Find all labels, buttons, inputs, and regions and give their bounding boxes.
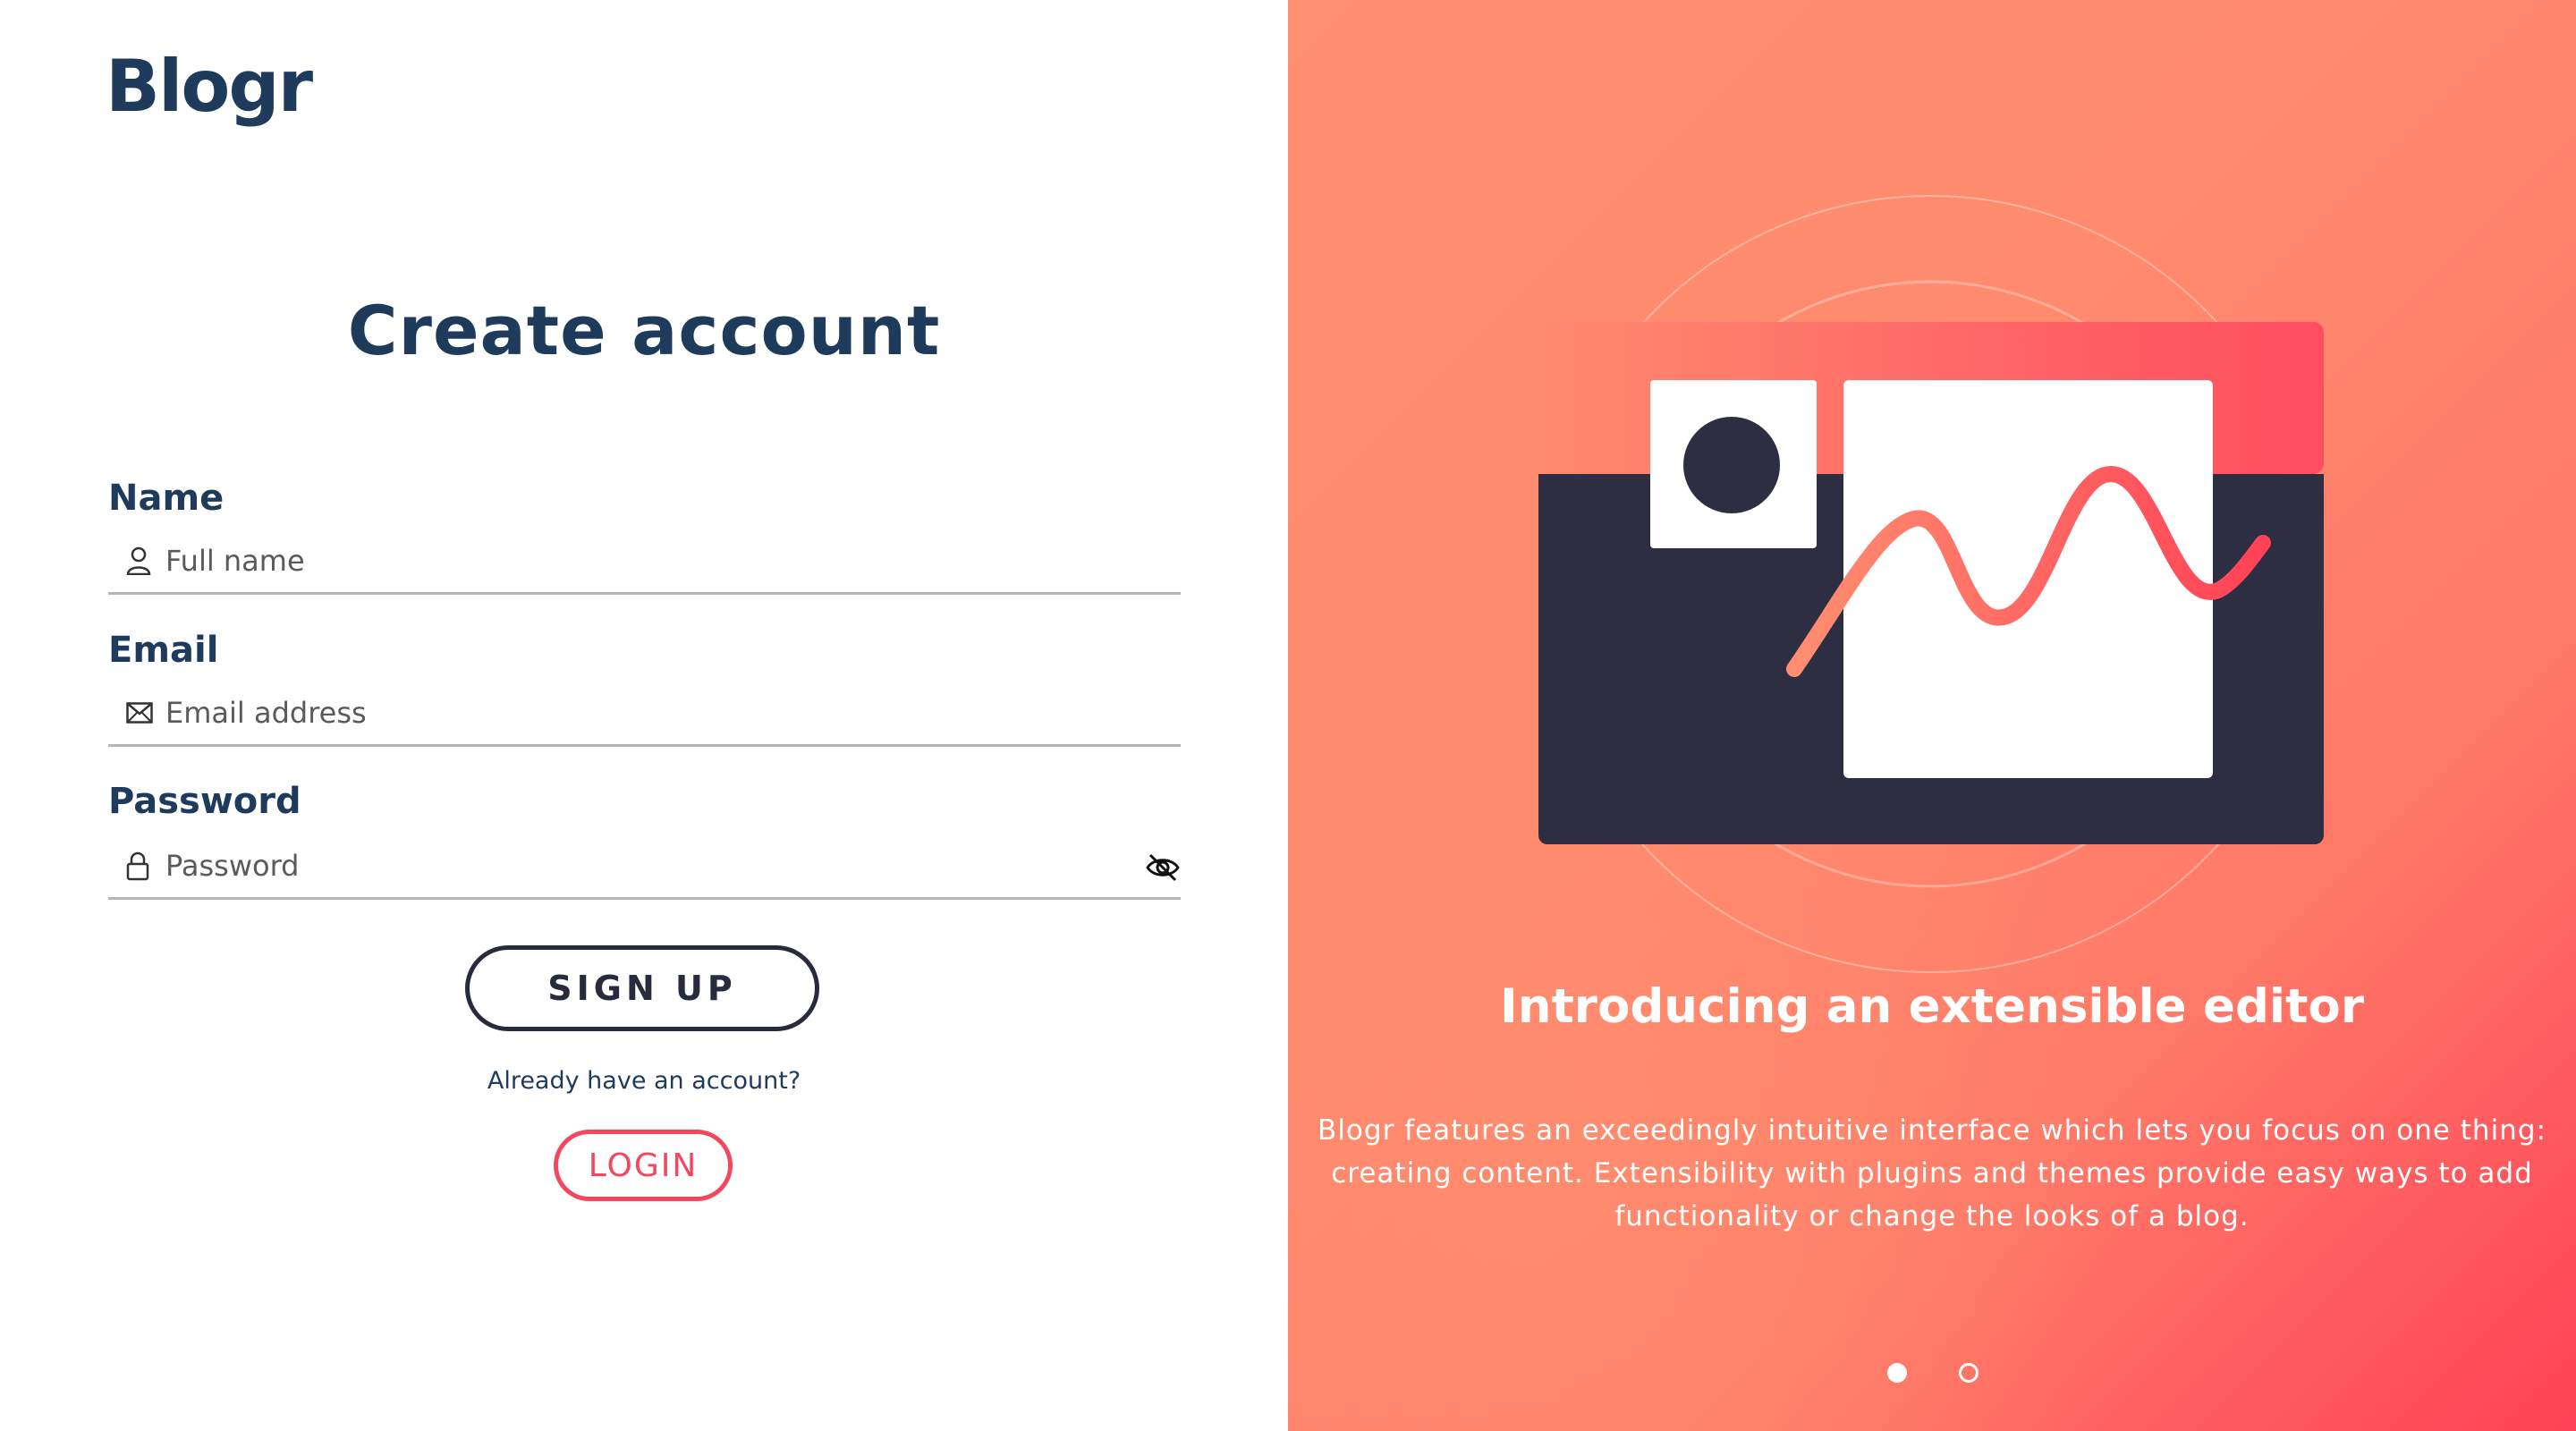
email-label: Email — [108, 630, 219, 671]
login-button[interactable]: LOGIN — [554, 1130, 733, 1201]
page-title: Create account — [347, 291, 941, 370]
intro-carousel: Introducing an extensible editor Blogr f… — [1288, 0, 2576, 1431]
already-have-account-text: Already have an account? — [487, 1067, 801, 1095]
carousel-dot-2[interactable] — [1959, 1363, 1979, 1383]
envelope-icon — [126, 697, 155, 729]
email-input[interactable] — [164, 695, 1062, 731]
editor-illustration — [1538, 195, 2324, 973]
name-field[interactable] — [108, 529, 1181, 595]
password-input[interactable] — [164, 848, 1062, 884]
user-icon — [126, 545, 155, 577]
email-field[interactable] — [108, 682, 1181, 747]
slide-description: Blogr features an exceedingly intuitive … — [1318, 1114, 2546, 1232]
logo[interactable]: Blogr — [106, 45, 313, 128]
signup-panel: Blogr Create account Name Email Password… — [0, 0, 1288, 1431]
name-input[interactable] — [164, 543, 1062, 579]
name-label: Name — [108, 478, 225, 519]
password-label: Password — [108, 781, 301, 822]
signup-button[interactable]: SIGN UP — [465, 945, 819, 1031]
password-field[interactable] — [108, 834, 1181, 900]
carousel-dot-1[interactable] — [1887, 1363, 1907, 1383]
eye-slash-icon[interactable] — [1145, 852, 1181, 883]
lock-icon — [126, 850, 155, 882]
slide-title: Introducing an extensible editor — [1500, 979, 2364, 1034]
